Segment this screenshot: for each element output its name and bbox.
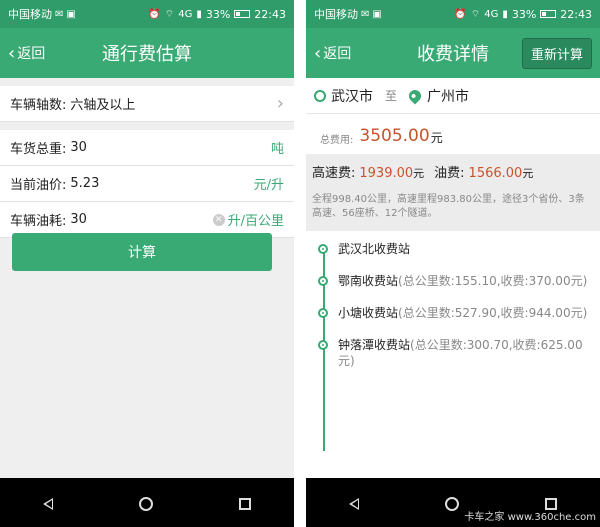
image-icon: ▣ xyxy=(66,8,76,20)
android-nav-bar xyxy=(0,481,294,527)
axle-selector[interactable]: 车辆轴数: 六轴及以上 › xyxy=(0,86,294,122)
oil-price-field[interactable]: 当前油价: 5.23 元/升 xyxy=(0,166,294,202)
station-name: 鄂南收费站 xyxy=(338,274,399,288)
wechat-icon: ✉ xyxy=(361,8,370,20)
route-row: 武汉市 至 广州市 xyxy=(306,78,600,114)
consumption-value: 30 xyxy=(70,212,87,227)
oil-price-value: 5.23 xyxy=(70,176,100,191)
nav-back-icon[interactable] xyxy=(349,498,359,510)
carrier-text: 中国移动 xyxy=(314,8,358,21)
calculate-button[interactable]: 计算 xyxy=(12,233,272,271)
fuel-fee-label: 油费: xyxy=(434,166,465,181)
location-pin-icon xyxy=(406,87,424,104)
station-name: 小塘收费站 xyxy=(338,306,399,320)
origin-city: 武汉市 xyxy=(331,88,373,105)
fee-summary: 高速费: 1939.00 元 油费: 1566.00 元 全程998.40公里，… xyxy=(306,154,600,231)
battery-icon xyxy=(540,10,557,18)
total-unit: 元 xyxy=(430,131,443,145)
station-detail: (总公里数:527.90,收费:944.00元) xyxy=(398,306,588,320)
network-label: 4G xyxy=(484,8,499,20)
oil-price-label: 当前油价: xyxy=(10,178,67,193)
toll-station-timeline: 武汉北收费站 鄂南收费站(总公里数:155.10,收费:370.00元) 小塘收… xyxy=(306,231,600,451)
consumption-unit-wrap: ✕ 升/百公里 xyxy=(212,210,284,229)
weight-label: 车货总重: xyxy=(10,142,67,157)
wifi-icon: ⌔ xyxy=(470,8,481,20)
weight-unit: 吨 xyxy=(270,142,284,157)
clock-text: 22:43 xyxy=(560,7,592,21)
wechat-icon: ✉ xyxy=(55,8,64,20)
app-bar: ‹ 返回 通行费估算 xyxy=(0,28,294,78)
screenshot-canvas: 中国移动 ✉ ▣ ⏰ ⌔ 4G ▮ 33% 22:43 ‹ 返回 通行费估算 车… xyxy=(0,0,600,527)
battery-icon xyxy=(234,10,251,18)
oil-price-unit: 元/升 xyxy=(253,178,284,193)
back-label: 返回 xyxy=(323,46,352,62)
station-detail: (总公里数:155.10,收费:370.00元) xyxy=(398,274,588,288)
total-cost: 总费用: 3505.00 元 xyxy=(306,114,600,154)
fuel-fee-value: 1566.00 xyxy=(468,166,523,181)
clock-text: 22:43 xyxy=(254,7,286,21)
alarm-icon: ⏰ xyxy=(454,8,467,20)
consumption-label: 车辆油耗: xyxy=(10,214,67,229)
signal-icon: ▮ xyxy=(502,8,508,20)
toll-station-item: 钟落潭收费站(总公里数:300.70,收费:625.00元) xyxy=(318,337,590,369)
highway-fee-unit: 元 xyxy=(413,167,425,180)
chevron-right-icon: › xyxy=(276,93,284,114)
toll-station-item: 鄂南收费站(总公里数:155.10,收费:370.00元) xyxy=(318,273,590,289)
nav-back-icon[interactable] xyxy=(43,498,53,510)
total-amount: 3505.00 xyxy=(359,126,430,146)
toll-station-item: 武汉北收费站 xyxy=(318,241,590,257)
wifi-icon: ⌔ xyxy=(164,8,175,20)
total-label: 总费用: xyxy=(320,135,354,146)
station-dot-icon xyxy=(318,276,328,286)
axle-value: 六轴及以上 xyxy=(70,98,136,113)
form-area: 车辆轴数: 六轴及以上 › 车货总重: 30 吨 当前油价: 5.23 元/升 … xyxy=(0,78,294,478)
network-label: 4G xyxy=(178,8,193,20)
details-area: 武汉市 至 广州市 总费用: 3505.00 元 高速费: 1939.00 元 … xyxy=(306,78,600,478)
carrier-text: 中国移动 xyxy=(8,8,52,21)
weight-field[interactable]: 车货总重: 30 吨 xyxy=(0,130,294,166)
nav-recent-icon[interactable] xyxy=(239,498,251,510)
nav-home-icon[interactable] xyxy=(445,497,459,511)
highway-fee-value: 1939.00 xyxy=(359,166,414,181)
image-icon: ▣ xyxy=(372,8,382,20)
station-dot-icon xyxy=(318,308,328,318)
station-name: 武汉北收费站 xyxy=(338,242,411,256)
clear-icon[interactable]: ✕ xyxy=(212,213,225,226)
app-bar: ‹ 返回 收费详情 重新计算 xyxy=(306,28,600,78)
phone-toll-estimate: 中国移动 ✉ ▣ ⏰ ⌔ 4G ▮ 33% 22:43 ‹ 返回 通行费估算 车… xyxy=(0,0,294,527)
chevron-left-icon: ‹ xyxy=(8,42,16,64)
route-to-word: 至 xyxy=(385,89,398,103)
consumption-unit: 升/百公里 xyxy=(227,214,284,229)
back-button[interactable]: ‹ 返回 xyxy=(0,43,45,64)
fuel-fee-unit: 元 xyxy=(522,167,534,180)
back-button[interactable]: ‹ 返回 xyxy=(306,43,351,64)
station-name: 钟落潭收费站 xyxy=(338,338,411,352)
alarm-icon: ⏰ xyxy=(148,8,161,20)
weight-value: 30 xyxy=(70,140,87,155)
back-label: 返回 xyxy=(17,46,46,62)
recalculate-button[interactable]: 重新计算 xyxy=(521,37,592,69)
battery-percent: 33% xyxy=(205,7,231,21)
toll-station-item: 小塘收费站(总公里数:527.90,收费:944.00元) xyxy=(318,305,590,321)
axle-label: 车辆轴数: xyxy=(10,98,67,113)
battery-percent: 33% xyxy=(511,7,537,21)
status-bar: 中国移动 ✉ ▣ ⏰ ⌔ 4G ▮ 33% 22:43 xyxy=(306,0,600,28)
station-dot-icon xyxy=(318,244,328,254)
origin-icon xyxy=(314,89,326,102)
watermark-text: 卡车之家 www.360che.com xyxy=(464,512,596,523)
highway-fee-label: 高速费: xyxy=(312,166,356,181)
phone-fee-details: 中国移动 ✉ ▣ ⏰ ⌔ 4G ▮ 33% 22:43 ‹ 返回 收费详情 重新… xyxy=(306,0,600,527)
route-description: 全程998.40公里，高速里程983.80公里，途径3个省份、3条高速、56座桥… xyxy=(312,194,585,219)
station-dot-icon xyxy=(318,340,328,350)
destination-city: 广州市 xyxy=(427,88,470,105)
nav-home-icon[interactable] xyxy=(139,497,153,511)
signal-icon: ▮ xyxy=(196,8,202,20)
status-bar: 中国移动 ✉ ▣ ⏰ ⌔ 4G ▮ 33% 22:43 xyxy=(0,0,294,28)
chevron-left-icon: ‹ xyxy=(314,42,322,64)
